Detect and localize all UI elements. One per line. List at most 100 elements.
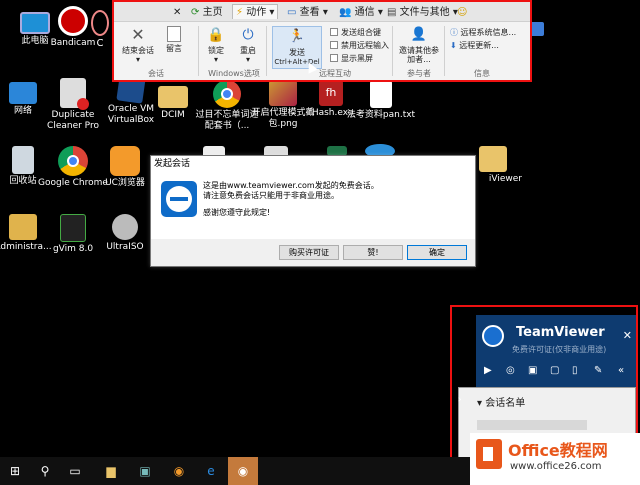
comment-button[interactable]: 留言: [162, 26, 186, 53]
session-list-header[interactable]: ▾ 会话名单: [477, 394, 525, 409]
send-label: 发送: [289, 48, 305, 57]
comment-icon: [167, 26, 181, 42]
image-file-icon: [269, 80, 297, 106]
close-x-icon: ✕: [131, 25, 145, 44]
dialog-title-bar[interactable]: 发起会话: [151, 156, 475, 173]
ok-button[interactable]: 确定: [407, 245, 467, 260]
uc-browser-icon: [110, 146, 140, 176]
tab-communicate[interactable]: 👥 通信 ▾: [336, 5, 386, 20]
checkbox-icon: [330, 54, 338, 62]
teamviewer-logo-icon: [482, 325, 504, 347]
task-view-icon[interactable]: ▭: [64, 460, 86, 482]
download-icon: ⬇: [450, 41, 457, 50]
bandicam-icon: [58, 6, 88, 36]
checkbox-icon: [330, 28, 338, 36]
invite-label: 邀请其他参: [399, 46, 439, 55]
chat-icon[interactable]: ▣: [528, 365, 537, 376]
disable-remote-input-checkbox[interactable]: 禁用远程输入: [330, 40, 389, 51]
group-windows-label: Windows选项: [208, 69, 260, 78]
like-button[interactable]: 赞!: [343, 245, 403, 260]
folder-icon: [158, 86, 188, 108]
reboot-button[interactable]: ⏻ 重启 ▾: [236, 26, 260, 64]
network-app-icon[interactable]: ▣: [134, 460, 156, 482]
end-session-label: 结束会话: [122, 46, 154, 55]
group-divider: [266, 26, 267, 76]
remote-info-label: 远程系统信息...: [460, 28, 517, 37]
end-session-button[interactable]: ✕ 结束会话 ▾: [122, 25, 154, 65]
group-info-label: 信息: [474, 69, 490, 78]
teamviewer-brand: TeamViewer: [516, 325, 605, 340]
remote-update-button[interactable]: ⬇ 远程更新...: [450, 40, 499, 51]
video-icon[interactable]: ▶: [484, 365, 492, 376]
remote-update-label: 远程更新...: [459, 41, 499, 50]
lock-label: 锁定: [208, 46, 224, 55]
file-icon[interactable]: ▯: [572, 365, 578, 376]
home-icon: ⟳: [191, 7, 200, 18]
desktop-icon-label: C: [96, 38, 104, 49]
group-participants-label: 参与者: [407, 69, 431, 78]
remote-system-info-button[interactable]: ⓘ 远程系统信息...: [450, 27, 516, 38]
ultraiso-icon: [112, 214, 138, 240]
teamviewer-ribbon: ✕ ⟳ 主页 ⚡ 动作 ▾ ▭ 查看 ▾ 👥 通信 ▾ ▤ 文件与其他 ▾ ☺ …: [112, 0, 532, 82]
group-remote-label: 远程互动: [319, 69, 351, 78]
tab-view[interactable]: ▭ 查看 ▾: [284, 5, 331, 20]
invite-participant-button[interactable]: 👤 邀请其他参 加者...: [398, 26, 440, 64]
fhash-icon: fh: [319, 80, 343, 106]
dialog-message-line-3: 感谢您遵守此规定!: [203, 208, 271, 217]
brush-icon[interactable]: ✎: [594, 365, 602, 376]
session-list-item[interactable]: [477, 420, 587, 430]
reboot-label: 重启: [240, 46, 256, 55]
send-key-combo-checkbox[interactable]: 发送组合键: [330, 27, 381, 38]
folder-icon: [479, 146, 507, 172]
send-combo-label: 发送组合键: [341, 28, 381, 37]
gvim-icon: [60, 214, 86, 242]
power-icon: ⏻: [242, 27, 254, 43]
desktop-screen: 此电脑 Bandicam C 网络 Duplicate Cleaner Pro …: [0, 0, 640, 485]
people-icon: 👥: [339, 7, 352, 18]
watermark-url: www.office26.com: [510, 461, 602, 472]
tab-files-extras[interactable]: ▤ 文件与其他 ▾: [384, 5, 461, 20]
show-black-screen-checkbox[interactable]: 显示黑屏: [330, 53, 373, 64]
teamviewer-taskbar-icon[interactable]: ◉: [228, 457, 258, 485]
tab-actions-label: 动作: [246, 7, 267, 18]
lock-icon: 🔒: [207, 27, 225, 43]
tab-communicate-label: 通信: [354, 7, 375, 18]
desktop-icon-partial[interactable]: C: [90, 10, 110, 49]
file-explorer-icon[interactable]: ▆: [100, 460, 122, 482]
tab-home[interactable]: ⟳ 主页: [188, 5, 226, 20]
expand-panel-icon[interactable]: ›: [458, 395, 462, 405]
edge-icon[interactable]: e: [200, 460, 222, 482]
teamviewer-license-text: 免费许可证(仅非商业用途): [512, 345, 607, 354]
buy-license-button[interactable]: 购买许可证: [279, 245, 339, 260]
uc-browser-icon[interactable]: ◉: [168, 460, 190, 482]
tab-home-label: 主页: [202, 7, 223, 18]
disable-input-label: 禁用远程输入: [341, 41, 389, 50]
close-icon[interactable]: ✕: [623, 329, 632, 342]
running-man-icon: 🏃: [288, 29, 306, 44]
group-divider: [198, 26, 199, 76]
user-folder-icon: [9, 214, 37, 240]
start-windows-icon[interactable]: ⊞: [4, 460, 26, 482]
ribbon-groups: ✕ 结束会话▾ 留言 会话 🔒 锁定▾ ⏻ 重启▾ Windows选项 🏃: [114, 22, 530, 80]
comment-icon[interactable]: ▢: [550, 365, 559, 376]
text-file-icon: [370, 80, 392, 108]
smiley-icon[interactable]: ☺: [454, 5, 470, 20]
file-transfer-icon: ▤: [387, 7, 397, 18]
teamviewer-panel-toolbar: ▶ ◎ ▣ ▢ ▯ ✎ «: [476, 357, 636, 387]
chevron-down-icon: ▾: [477, 398, 483, 409]
watermark: Office教程网 www.office26.com: [470, 433, 640, 485]
chrome-icon: [213, 80, 241, 108]
close-session-icon[interactable]: ✕: [170, 5, 184, 20]
start-session-dialog: 发起会话 这是由www.teamviewer.com发起的免费会话。 请注意免费…: [150, 155, 476, 267]
lock-button[interactable]: 🔒 锁定 ▾: [204, 26, 228, 64]
tab-actions[interactable]: ⚡ 动作 ▾: [232, 4, 279, 19]
search-icon[interactable]: ⚲: [34, 460, 56, 482]
group-divider: [444, 26, 445, 76]
collapse-icon[interactable]: «: [618, 365, 624, 376]
monitor-icon: ▭: [287, 7, 297, 18]
desktop-icon-law-txt[interactable]: 法考资料pan.txt: [346, 80, 416, 121]
partial-icon: [91, 10, 109, 36]
show-black-label: 显示黑屏: [341, 54, 373, 63]
headset-icon[interactable]: ◎: [506, 365, 515, 376]
chrome-icon: [58, 146, 88, 176]
